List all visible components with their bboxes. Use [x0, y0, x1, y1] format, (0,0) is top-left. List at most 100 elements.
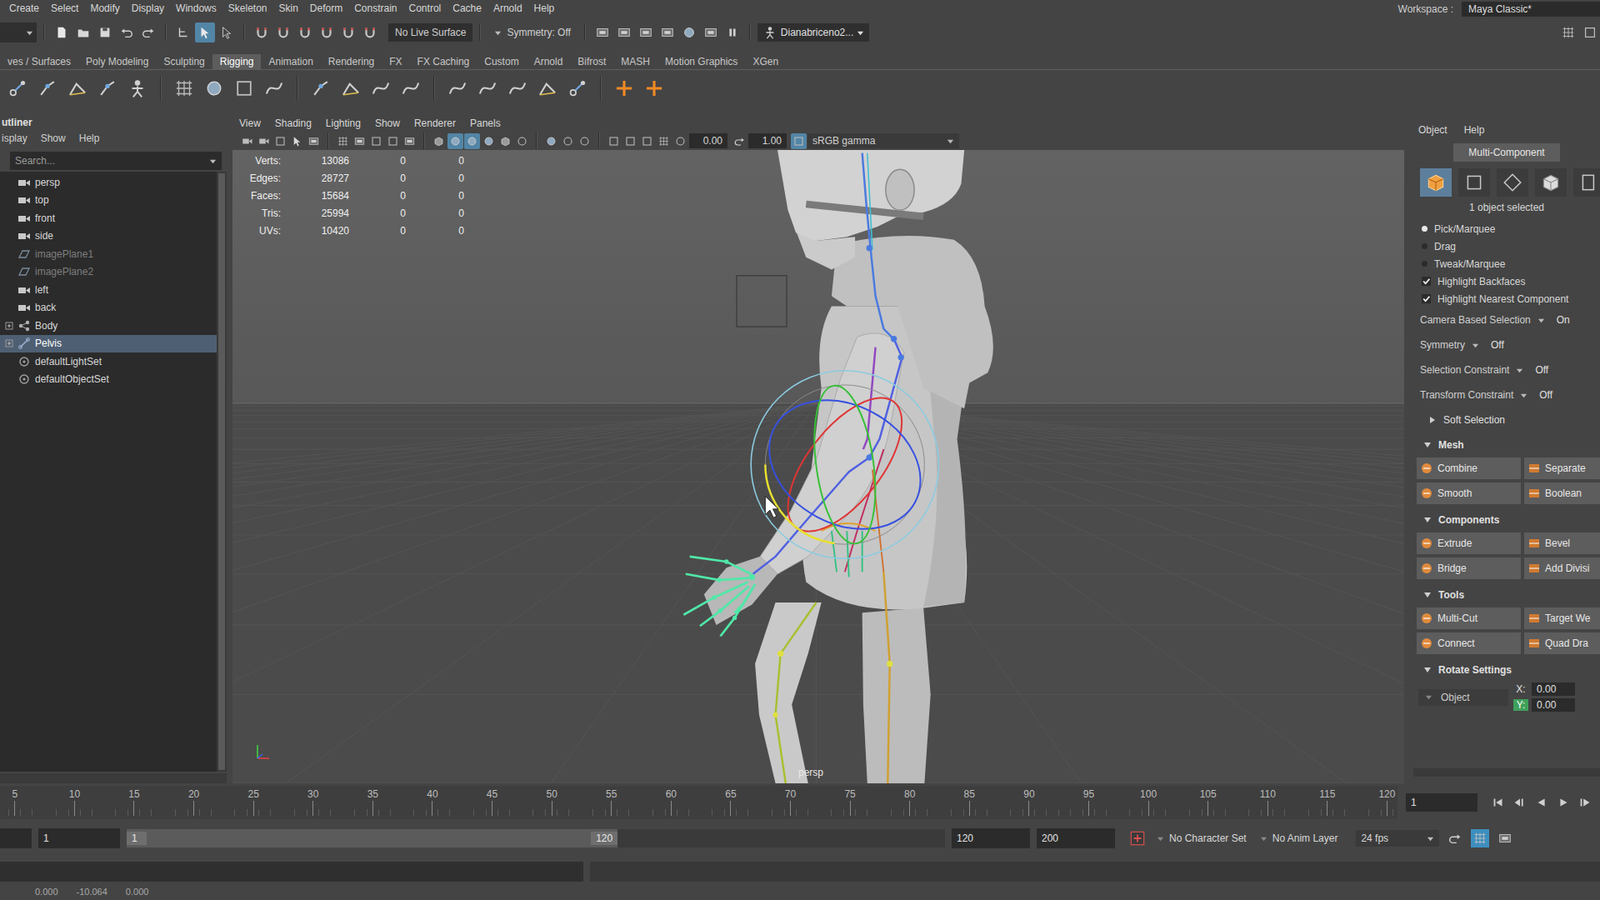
- file-button[interactable]: [138, 22, 159, 43]
- option-dropdown[interactable]: Transform Constraint Off: [1413, 382, 1600, 408]
- toolkit-menu-item[interactable]: Help: [1464, 124, 1485, 136]
- viewport-toggle[interactable]: [464, 133, 480, 150]
- file-button[interactable]: [116, 22, 137, 43]
- shelf-tab[interactable]: Sculpting: [155, 54, 212, 70]
- viewport-toggle[interactable]: [289, 133, 305, 150]
- outliner-search[interactable]: Search...: [10, 151, 222, 170]
- range-track[interactable]: 1 120: [126, 829, 945, 848]
- viewport-toggle[interactable]: [655, 133, 672, 150]
- toolkit-section-header[interactable]: Components: [1413, 507, 1600, 533]
- shelf-button[interactable]: [231, 75, 257, 101]
- viewport-menu-item[interactable]: View: [239, 117, 261, 130]
- shelf-button[interactable]: [261, 75, 287, 101]
- time-slider-track[interactable]: 5101520253035404550556065707580859095100…: [0, 785, 1398, 820]
- viewport-toggle[interactable]: [239, 133, 255, 150]
- 3d-scene[interactable]: Verts: 1308600Edges: 2872700Faces: 15684…: [232, 150, 1405, 784]
- snap-button[interactable]: [338, 22, 359, 43]
- cache-button[interactable]: [1470, 829, 1490, 848]
- viewport-toggle[interactable]: [480, 133, 497, 150]
- render-button[interactable]: [592, 22, 613, 43]
- viewport-toggle[interactable]: [385, 133, 401, 150]
- shelf-button[interactable]: [201, 75, 227, 101]
- outliner-menu-item[interactable]: Help: [79, 132, 100, 145]
- viewport-toggle[interactable]: [305, 133, 322, 150]
- viewport-toggle[interactable]: [622, 133, 639, 150]
- pick-mode-radio[interactable]: Drag: [1413, 237, 1600, 255]
- collapse-arrow-icon[interactable]: [1423, 515, 1432, 525]
- viewport-toggle[interactable]: [447, 133, 464, 150]
- viewport-menu-item[interactable]: Lighting: [325, 117, 361, 130]
- max-frame-field[interactable]: 200: [1036, 828, 1115, 849]
- shelf-button[interactable]: [475, 75, 500, 101]
- viewport-toggle[interactable]: [560, 133, 576, 150]
- outliner-hscrollbar[interactable]: [0, 773, 227, 784]
- toolkit-section-header[interactable]: Soft Selection: [1413, 407, 1600, 433]
- shelf-button[interactable]: [171, 75, 197, 101]
- viewport-toggle[interactable]: [639, 133, 655, 150]
- shelf-button[interactable]: [398, 75, 424, 101]
- toolkit-button[interactable]: Quad Dra: [1524, 632, 1600, 655]
- sound-button[interactable]: [1495, 829, 1515, 848]
- exposure-button[interactable]: [672, 133, 689, 150]
- toolkit-button[interactable]: Connect: [1416, 632, 1521, 655]
- pick-mode-radio[interactable]: Pick/Marquee: [1413, 220, 1600, 238]
- collapse-arrow-icon[interactable]: [1423, 590, 1432, 600]
- rotate-field[interactable]: 0.00: [1531, 698, 1575, 712]
- toolkit-button[interactable]: Add Divisi: [1524, 557, 1600, 580]
- viewport-toggle[interactable]: [543, 133, 560, 150]
- outliner-item[interactable]: left: [0, 280, 217, 300]
- viewport-menu-item[interactable]: Shading: [275, 117, 312, 130]
- viewport-menu-item[interactable]: Renderer: [414, 117, 456, 130]
- shelf-button[interactable]: [65, 75, 90, 101]
- outliner-item[interactable]: defaultLightSet: [0, 352, 217, 371]
- shelf-button[interactable]: [611, 75, 637, 101]
- viewport-toggle[interactable]: [605, 133, 622, 150]
- shelf-tab[interactable]: Custom: [476, 54, 526, 70]
- user-dropdown[interactable]: Dianabriceno2...: [757, 23, 870, 42]
- expand-icon[interactable]: [5, 321, 14, 330]
- viewport-toggle[interactable]: [497, 133, 514, 150]
- viewport-toggle[interactable]: [514, 133, 530, 150]
- command-input[interactable]: [0, 861, 584, 882]
- shelf-tab[interactable]: ves / Surfaces: [0, 54, 79, 70]
- shelf-tab[interactable]: XGen: [745, 54, 786, 70]
- snap-button[interactable]: [273, 22, 294, 43]
- select-mode-button[interactable]: [216, 22, 237, 43]
- selection-mode-button[interactable]: [1573, 168, 1600, 197]
- attribute-toggle[interactable]: [1580, 22, 1600, 43]
- toolkit-button[interactable]: Bevel: [1524, 532, 1600, 555]
- rotate-space-dropdown[interactable]: Object: [1418, 689, 1509, 706]
- toolkit-button[interactable]: Separate: [1524, 457, 1600, 480]
- viewport-menu-item[interactable]: Show: [375, 117, 400, 130]
- viewport-toggle[interactable]: [401, 133, 418, 150]
- viewport-toggle[interactable]: [430, 133, 447, 150]
- render-button[interactable]: [679, 22, 700, 43]
- highlight-checkbox[interactable]: Highlight Backfaces: [1413, 272, 1600, 290]
- shelf-tab[interactable]: Motion Graphics: [657, 54, 745, 70]
- menu-item[interactable]: Constrain: [348, 0, 403, 18]
- outliner-menu-item[interactable]: isplay: [1, 132, 28, 145]
- shelf-button[interactable]: [5, 75, 30, 101]
- render-button[interactable]: [722, 22, 743, 43]
- multi-component-button[interactable]: Multi-Component: [1453, 143, 1560, 162]
- shelf-button[interactable]: [35, 75, 60, 101]
- viewport-toggle[interactable]: [368, 133, 385, 150]
- start-frame-field[interactable]: 1: [38, 828, 120, 849]
- menu-item[interactable]: Skeleton: [222, 0, 274, 18]
- outliner-scrollbar[interactable]: [216, 171, 227, 772]
- shelf-tab[interactable]: Poly Modeling: [78, 54, 156, 70]
- end-frame-field[interactable]: 120: [951, 828, 1030, 849]
- color-space-dropdown[interactable]: sRGB gamma: [807, 133, 960, 149]
- snap-button[interactable]: [295, 22, 315, 43]
- menu-set-dropdown[interactable]: [0, 22, 37, 43]
- highlight-checkbox[interactable]: Highlight Nearest Component: [1413, 290, 1600, 308]
- collapse-arrow-icon[interactable]: [1423, 665, 1432, 675]
- menu-item[interactable]: Skin: [272, 0, 304, 18]
- pick-mode-radio[interactable]: Tweak/Marquee: [1413, 255, 1600, 273]
- range-end-handle[interactable]: 120: [590, 831, 618, 845]
- viewport-toggle[interactable]: [335, 133, 351, 150]
- selection-mode-button[interactable]: [1535, 168, 1567, 197]
- toolkit-button[interactable]: Target We: [1524, 607, 1600, 630]
- viewport-toggle[interactable]: [351, 133, 368, 150]
- outliner-item[interactable]: Pelvis: [0, 335, 217, 354]
